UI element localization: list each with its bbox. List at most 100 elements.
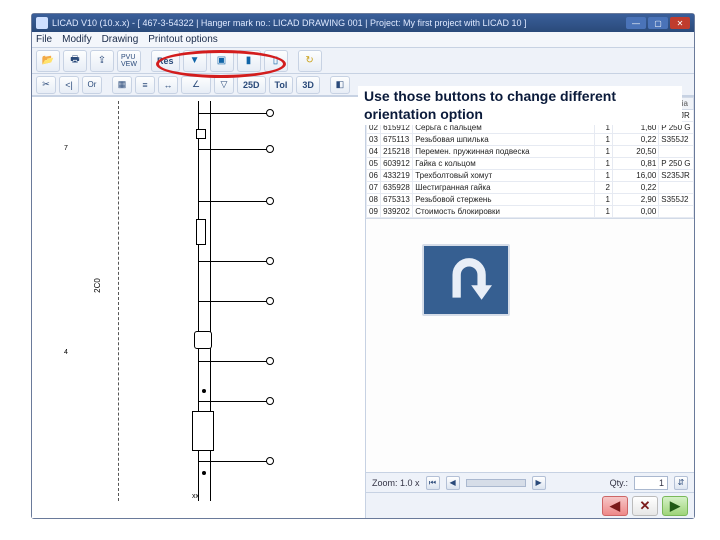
- body-area: 2C0: [32, 96, 694, 518]
- zoom-prev-button[interactable]: ◀: [446, 476, 460, 490]
- titlebar: LICAD V10 (10.x.x) - [ 467-3-54322 | Han…: [32, 14, 694, 32]
- next-button[interactable]: ▶: [662, 496, 688, 516]
- tool2-view-icon[interactable]: ◧: [330, 76, 350, 94]
- cell-part: 675113: [381, 134, 413, 146]
- cell-material: P 250 G: [659, 158, 694, 170]
- cell-part: 603912: [381, 158, 413, 170]
- tool2-tol-button[interactable]: Tol: [269, 76, 294, 94]
- cell-part: 433219: [381, 170, 413, 182]
- cell-weight: 0,81: [612, 158, 658, 170]
- zoom-next-button[interactable]: ▶: [532, 476, 546, 490]
- cell-desc: Гайка с кольцом: [413, 158, 595, 170]
- menu-modify[interactable]: Modify: [62, 32, 91, 47]
- zoom-label: Zoom: 1.0 x: [372, 478, 420, 488]
- table-row[interactable]: 07635928Шестигранная гайка20,22: [367, 182, 694, 194]
- cell-desc: Трехболтовый хомут: [413, 170, 595, 182]
- zoom-track[interactable]: [466, 479, 526, 487]
- menubar: File Modify Drawing Printout options: [32, 32, 694, 48]
- tool-export-icon[interactable]: ⇪: [90, 50, 114, 72]
- close-button[interactable]: ✕: [670, 17, 690, 29]
- cell-pos: 09: [367, 206, 381, 218]
- tool-open-icon[interactable]: 📂: [36, 50, 60, 72]
- cell-material: S355J2: [659, 134, 694, 146]
- tool-refresh-icon[interactable]: ↻: [298, 50, 322, 72]
- qty-spinner[interactable]: ⇵: [674, 476, 688, 490]
- uturn-icon[interactable]: [422, 244, 510, 316]
- cell-part: 215218: [381, 146, 413, 158]
- cell-material: S355J2: [659, 194, 694, 206]
- cell-pos: 08: [367, 194, 381, 206]
- cell-qty: 1: [595, 146, 613, 158]
- table-row[interactable]: 06433219Трехболтовый хомут116,00S235JR: [367, 170, 694, 182]
- tool2-3d-button[interactable]: 3D: [296, 76, 320, 94]
- zoom-first-button[interactable]: ⏮: [426, 476, 440, 490]
- cell-part: 635928: [381, 182, 413, 194]
- parts-panel: Qty Weight (kg) Materia 01795112Промежут…: [366, 97, 694, 518]
- cell-weight: 0,00: [612, 206, 658, 218]
- menu-drawing[interactable]: Drawing: [102, 32, 139, 47]
- empty-area: [366, 218, 694, 472]
- cell-pos: 03: [367, 134, 381, 146]
- cell-desc: Резьбовой стержень: [413, 194, 595, 206]
- table-row[interactable]: 04215218Перемен. пружинная подвеска120,5…: [367, 146, 694, 158]
- cell-material: [659, 146, 694, 158]
- menu-file[interactable]: File: [36, 32, 52, 47]
- minimize-button[interactable]: —: [626, 17, 646, 29]
- tool-pvu-icon[interactable]: PVUVEW: [117, 50, 141, 72]
- tool-print-icon[interactable]: 🖶: [63, 50, 87, 72]
- cell-desc: Резьбовая шпилька: [413, 134, 595, 146]
- tool2-dimension-icon[interactable]: ↔: [158, 76, 178, 94]
- cell-material: S235JR: [659, 170, 694, 182]
- cell-part: 939202: [381, 206, 413, 218]
- qty-label: Qty.:: [610, 478, 628, 488]
- status-bar: Zoom: 1.0 x ⏮ ◀ ▶ Qty.: 1 ⇵: [366, 472, 694, 492]
- cell-qty: 2: [595, 182, 613, 194]
- cell-pos: 04: [367, 146, 381, 158]
- qty-input[interactable]: 1: [634, 476, 668, 490]
- tooltip-text: Use those buttons to change different or…: [358, 86, 682, 125]
- cell-pos: 06: [367, 170, 381, 182]
- cell-desc: Перемен. пружинная подвеска: [413, 146, 595, 158]
- cell-qty: 1: [595, 158, 613, 170]
- cell-weight: 0,22: [612, 182, 658, 194]
- cell-pos: 05: [367, 158, 381, 170]
- table-row[interactable]: 03675113Резьбовая шпилька10,22S355J2: [367, 134, 694, 146]
- cell-qty: 1: [595, 194, 613, 206]
- tool2-angle-icon[interactable]: ∠: [181, 76, 211, 94]
- maximize-button[interactable]: ▢: [648, 17, 668, 29]
- menu-printout-options[interactable]: Printout options: [148, 32, 218, 47]
- prev-button[interactable]: ◀: [602, 496, 628, 516]
- tool2-or-icon[interactable]: Or: [82, 76, 102, 94]
- tool2-lessthan-icon[interactable]: <|: [59, 76, 79, 94]
- tool2-filter-icon[interactable]: ▽: [214, 76, 234, 94]
- cell-qty: 1: [595, 170, 613, 182]
- toolbar-primary: 📂 🖶 ⇪ PVUVEW Res ▼ ▣ ▮ ▯ ↻: [32, 48, 694, 74]
- cell-desc: Шестигранная гайка: [413, 182, 595, 194]
- cell-desc: Стоимость блокировки: [413, 206, 595, 218]
- cell-weight: 2,90: [612, 194, 658, 206]
- window-title: LICAD V10 (10.x.x) - [ 467-3-54322 | Han…: [52, 18, 622, 28]
- cell-qty: 1: [595, 206, 613, 218]
- table-row[interactable]: 08675313Резьбовой стержень12,90S355J2: [367, 194, 694, 206]
- nav-footer: ◀ ✕ ▶: [366, 492, 694, 518]
- cell-material: [659, 182, 694, 194]
- tool2-cut-icon[interactable]: ✂: [36, 76, 56, 94]
- tooltip-line2: orientation option: [364, 106, 483, 122]
- tool2-layers-icon[interactable]: ≡: [135, 76, 155, 94]
- cell-material: [659, 206, 694, 218]
- cell-part: 675313: [381, 194, 413, 206]
- tool2-grid-icon[interactable]: ▦: [112, 76, 132, 94]
- table-row[interactable]: 09939202Стоимость блокировки10,00: [367, 206, 694, 218]
- cell-weight: 20,50: [612, 146, 658, 158]
- tooltip-line1: Use those buttons to change different: [364, 88, 616, 104]
- table-row[interactable]: 05603912Гайка с кольцом10,81P 250 G: [367, 158, 694, 170]
- cell-weight: 16,00: [612, 170, 658, 182]
- hanger-drawing: 2C0: [118, 101, 318, 507]
- drawing-viewport[interactable]: 2C0: [32, 97, 366, 518]
- tool2-25d-button[interactable]: 25D: [237, 76, 266, 94]
- cancel-button[interactable]: ✕: [632, 496, 658, 516]
- axis-label: 2C0: [93, 278, 102, 293]
- cell-qty: 1: [595, 134, 613, 146]
- cell-weight: 0,22: [612, 134, 658, 146]
- app-icon: [36, 17, 48, 29]
